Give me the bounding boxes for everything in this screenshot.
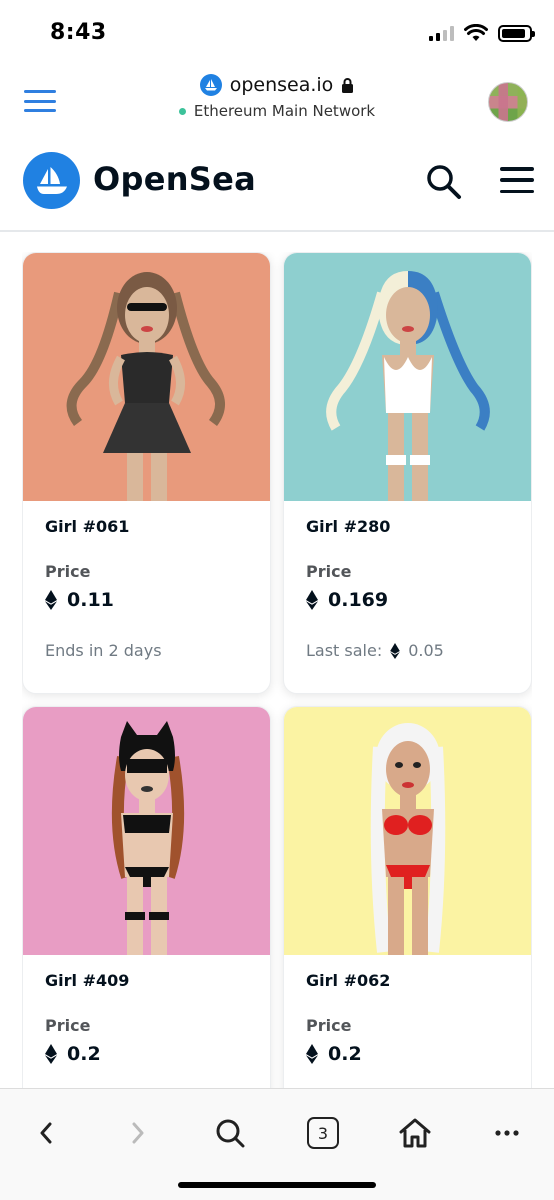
- price-value: 0.11: [67, 589, 114, 611]
- status-time: 8:43: [50, 20, 107, 45]
- home-button[interactable]: [395, 1113, 435, 1153]
- tabs-icon: 3: [307, 1117, 339, 1149]
- price-value: 0.2: [328, 1043, 362, 1065]
- ethereum-icon: [45, 590, 57, 610]
- character-illustration: [326, 271, 490, 501]
- nft-image: [23, 253, 270, 501]
- price-label: Price: [306, 1016, 352, 1035]
- back-icon: [40, 1122, 52, 1144]
- url-block[interactable]: opensea.io Ethereum Main Network: [0, 74, 554, 120]
- home-icon: [399, 1118, 431, 1148]
- character-illustration: [66, 272, 225, 501]
- price-row: 0.2: [306, 1043, 509, 1065]
- site-menu-button[interactable]: [500, 167, 534, 193]
- brand-name[interactable]: OpenSea: [93, 160, 256, 198]
- price-value: 0.2: [67, 1043, 101, 1065]
- status-icons: [429, 24, 535, 42]
- cellular-signal-icon: [429, 25, 454, 41]
- nft-card[interactable]: Girl #409 Price 0.2: [22, 706, 271, 1088]
- footnote-text: Last sale:: [306, 641, 383, 660]
- account-avatar[interactable]: [488, 82, 528, 122]
- search-icon: [427, 165, 461, 199]
- nft-card[interactable]: Girl #280 Price 0.169 Last sale: 0.05: [283, 252, 532, 694]
- ethereum-icon: [306, 1044, 318, 1064]
- site-domain: opensea.io: [229, 74, 334, 96]
- listing-footnote: Last sale: 0.05: [306, 641, 509, 660]
- nft-name: Girl #280: [306, 517, 391, 536]
- price-row: 0.11: [45, 589, 248, 611]
- site-favicon-icon: [199, 74, 222, 96]
- search-icon: [216, 1119, 245, 1148]
- ethereum-icon: [45, 1044, 57, 1064]
- nft-image: [23, 707, 270, 955]
- price-row: 0.169: [306, 589, 509, 611]
- url-line: opensea.io: [0, 74, 554, 96]
- listing-footnote: Ends in 2 days: [45, 641, 248, 660]
- network-name: Ethereum Main Network: [193, 102, 376, 120]
- last-sale-value: 0.05: [408, 641, 444, 660]
- nft-card[interactable]: Girl #062 Price 0.2: [283, 706, 532, 1088]
- price-row: 0.2: [45, 1043, 248, 1065]
- nft-card[interactable]: Girl #061 Price 0.11 Ends in 2 days: [22, 252, 271, 694]
- price-value: 0.169: [328, 589, 389, 611]
- forward-button[interactable]: [118, 1113, 158, 1153]
- more-icon: [495, 1130, 519, 1136]
- home-indicator[interactable]: [178, 1182, 376, 1188]
- price-label: Price: [306, 562, 352, 581]
- lock-icon: [342, 77, 354, 93]
- nft-name: Girl #061: [45, 517, 130, 536]
- price-label: Price: [45, 562, 91, 581]
- footnote-text: Ends in 2 days: [45, 641, 162, 660]
- ethereum-icon: [390, 642, 401, 659]
- site-header: OpenSea: [0, 140, 554, 232]
- price-label: Price: [45, 1016, 91, 1035]
- network-status-dot: [178, 107, 186, 115]
- nft-image: [284, 707, 531, 955]
- tabs-button[interactable]: 3: [303, 1113, 343, 1153]
- opensea-logo-icon[interactable]: [23, 152, 80, 209]
- battery-icon: [498, 24, 535, 42]
- nft-name: Girl #062: [306, 971, 391, 990]
- back-button[interactable]: [26, 1113, 66, 1153]
- browser-bar: opensea.io Ethereum Main Network: [0, 68, 554, 138]
- nft-grid: Girl #061 Price 0.11 Ends in 2 days Girl…: [22, 252, 532, 1088]
- search-button[interactable]: [210, 1113, 250, 1153]
- character-illustration: [370, 723, 446, 955]
- status-bar: 8:43: [0, 0, 554, 62]
- ethereum-icon: [306, 590, 318, 610]
- character-illustration: [111, 721, 185, 955]
- forward-icon: [132, 1122, 144, 1144]
- network-line: Ethereum Main Network: [0, 102, 554, 120]
- more-button[interactable]: [487, 1113, 527, 1153]
- nft-name: Girl #409: [45, 971, 130, 990]
- search-button[interactable]: [424, 162, 464, 202]
- wifi-icon: [464, 24, 488, 41]
- nft-image: [284, 253, 531, 501]
